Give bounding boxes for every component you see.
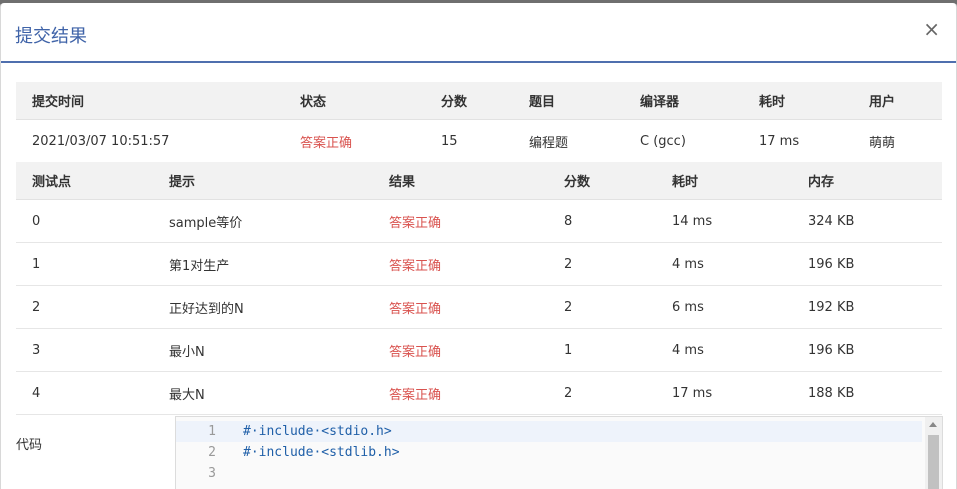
scroll-up-icon[interactable] [929,422,937,427]
user-link[interactable]: 萌萌 [853,119,942,163]
case-memory: 192 KB [792,285,942,329]
case-id: 3 [16,328,153,372]
testcase-table: 测试点 提示 结果 分数 耗时 内存 0 sample等价 答案正确 8 14 … [16,162,942,415]
elapsed-time: 17 ms [743,119,853,163]
table-row: 1 第1对生产 答案正确 2 4 ms 196 KB [16,242,942,286]
case-time: 14 ms [656,199,792,243]
case-result: 答案正确 [373,199,548,243]
summary-row: 2021/03/07 10:51:57 答案正确 15 编程题 C (gcc) … [16,119,942,163]
submission-result-modal: 提交结果 × 提交时间 状态 分数 题目 编译器 耗时 用户 2021/03/0… [0,3,957,489]
case-score: 2 [548,285,656,329]
code-line: 2 #·include·<stdlib.h> [176,442,922,463]
status-badge: 答案正确 [284,119,425,163]
case-time: 17 ms [656,371,792,415]
problem-link[interactable]: 编程题 [513,119,624,163]
col-problem: 题目 [513,82,624,120]
col-user: 用户 [853,82,942,120]
case-time: 6 ms [656,285,792,329]
table-row: 4 最大N 答案正确 2 17 ms 188 KB [16,371,942,415]
code-scrollbar[interactable] [925,417,942,489]
case-memory: 324 KB [792,199,942,243]
case-score: 1 [548,328,656,372]
case-hint: 最大N [153,371,373,415]
table-row: 0 sample等价 答案正确 8 14 ms 324 KB [16,199,942,243]
col-memory: 内存 [792,162,942,200]
modal-header: 提交结果 × [1,3,956,63]
code-text: #·include·<stdlib.h> [243,445,400,460]
code-viewer[interactable]: 1 #·include·<stdio.h> 2 #·include·<stdli… [175,416,943,489]
case-id: 4 [16,371,153,415]
table-row: 3 最小N 答案正确 1 4 ms 196 KB [16,328,942,372]
col-case-time: 耗时 [656,162,792,200]
case-id: 1 [16,242,153,286]
col-time: 耗时 [743,82,853,120]
case-time: 4 ms [656,242,792,286]
case-score: 2 [548,242,656,286]
case-id: 2 [16,285,153,329]
code-line: 1 #·include·<stdio.h> [176,421,922,442]
summary-header-row: 提交时间 状态 分数 题目 编译器 耗时 用户 [16,82,942,120]
modal-title: 提交结果 [15,26,87,47]
col-case-score: 分数 [548,162,656,200]
col-case: 测试点 [16,162,153,200]
case-hint: 最小N [153,328,373,372]
score: 15 [425,119,513,163]
case-result: 答案正确 [373,328,548,372]
case-hint: 正好达到的N [153,285,373,329]
case-score: 2 [548,371,656,415]
compiler: C (gcc) [624,119,743,163]
case-memory: 196 KB [792,242,942,286]
case-hint: 第1对生产 [153,242,373,286]
submit-time: 2021/03/07 10:51:57 [16,119,284,163]
case-hint: sample等价 [153,199,373,243]
col-compiler: 编译器 [624,82,743,120]
scroll-thumb[interactable] [928,435,939,489]
line-number: 2 [208,445,216,460]
line-number: 3 [208,466,216,481]
col-result: 结果 [373,162,548,200]
line-number: 1 [208,424,216,439]
col-submit-time: 提交时间 [16,82,284,120]
case-time: 4 ms [656,328,792,372]
case-result: 答案正确 [373,285,548,329]
col-hint: 提示 [153,162,373,200]
close-icon[interactable]: × [923,19,940,39]
table-row: 2 正好达到的N 答案正确 2 6 ms 192 KB [16,285,942,329]
summary-table: 提交时间 状态 分数 题目 编译器 耗时 用户 2021/03/07 10:51… [16,82,942,163]
code-text: #·include·<stdio.h> [243,424,392,439]
col-status: 状态 [284,82,425,120]
code-label: 代码 [16,438,43,453]
case-result: 答案正确 [373,242,548,286]
case-score: 8 [548,199,656,243]
case-result: 答案正确 [373,371,548,415]
case-memory: 196 KB [792,328,942,372]
case-memory: 188 KB [792,371,942,415]
case-id: 0 [16,199,153,243]
testcase-header-row: 测试点 提示 结果 分数 耗时 内存 [16,162,942,200]
col-score: 分数 [425,82,513,120]
code-line: 3 [176,463,922,484]
